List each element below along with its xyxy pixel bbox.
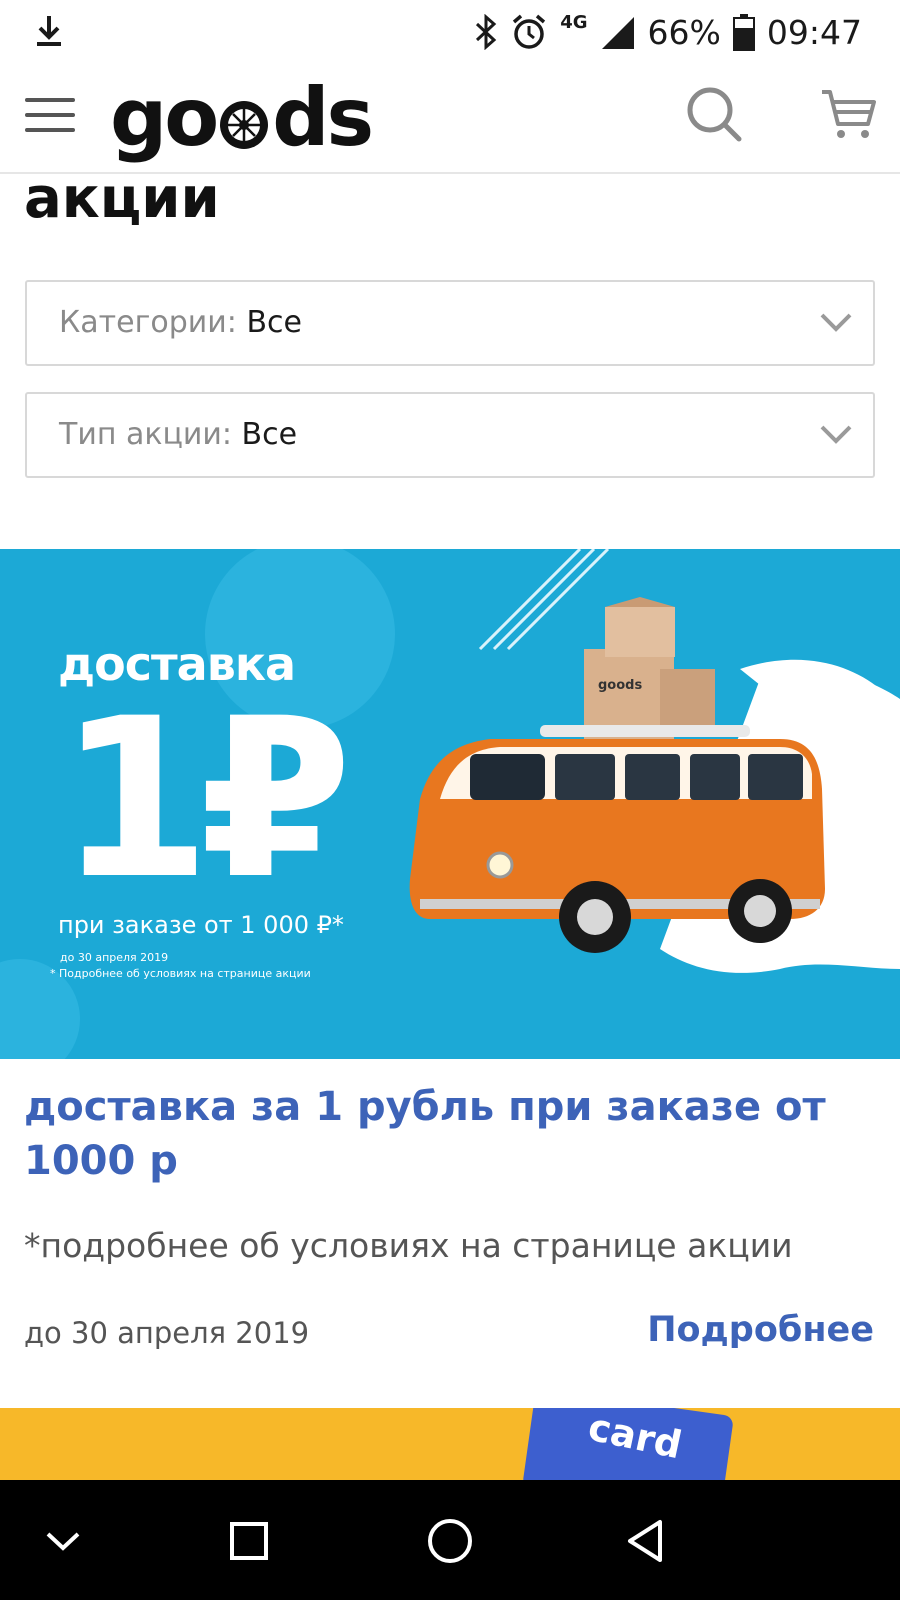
wheel-icon	[220, 101, 269, 149]
category-select-value: Все	[246, 305, 302, 340]
promo-banner-card[interactable]: card	[0, 1408, 900, 1480]
promo-note: *подробнее об условиях на странице акции	[24, 1226, 793, 1265]
more-details-link[interactable]: Подробнее	[647, 1310, 874, 1350]
app-header: go ds	[0, 64, 900, 174]
banner-price: 1₽	[58, 671, 352, 927]
promo-type-select-label: Тип акции:	[59, 417, 232, 452]
alarm-icon	[513, 14, 546, 49]
chevron-down-icon	[820, 425, 852, 444]
promo-type-select[interactable]: Тип акции: Все	[25, 392, 875, 478]
banner-fineprint-date: до 30 апреля 2019	[60, 951, 169, 964]
status-bar: 4G 66% 09:47	[0, 0, 900, 64]
cart-icon[interactable]	[820, 86, 876, 142]
box-stack: goods	[584, 597, 715, 739]
promo-type-select-value: Все	[241, 417, 298, 452]
download-icon	[37, 16, 61, 46]
page-title: акции	[24, 166, 220, 231]
goods-logo[interactable]: go ds	[110, 70, 374, 166]
category-select[interactable]: Категории: Все	[25, 280, 875, 366]
category-select-label: Категории:	[59, 305, 237, 340]
system-navigation-bar	[0, 1480, 900, 1600]
box-label: goods	[598, 678, 642, 693]
recent-apps-icon[interactable]	[216, 1508, 282, 1574]
promo-banner-image[interactable]: goods доставка 1₽ при заказе от 1 000 ₽*…	[0, 549, 900, 1059]
promo-date: до 30 апреля 2019	[24, 1316, 310, 1350]
chevron-down-icon	[820, 313, 852, 332]
search-icon[interactable]	[684, 84, 744, 144]
battery-percent: 66%	[647, 12, 721, 52]
menu-icon[interactable]	[25, 98, 75, 138]
van-illustration	[409, 725, 825, 953]
banner-subtitle: при заказе от 1 000 ₽*	[58, 911, 344, 939]
promo-title-link[interactable]: доставка за 1 рубль при заказе от 1000 р	[24, 1080, 844, 1188]
battery-icon	[732, 14, 755, 51]
back-icon[interactable]	[614, 1508, 680, 1574]
banner-fineprint-note: * Подробнее об условиях на странице акци…	[50, 967, 311, 980]
network-type: 4G	[560, 12, 588, 33]
bluetooth-icon	[476, 14, 497, 50]
chevron-down-icon[interactable]	[30, 1508, 96, 1574]
clock: 09:47	[766, 12, 862, 52]
home-icon[interactable]	[417, 1508, 483, 1574]
signal-icon	[601, 17, 634, 49]
